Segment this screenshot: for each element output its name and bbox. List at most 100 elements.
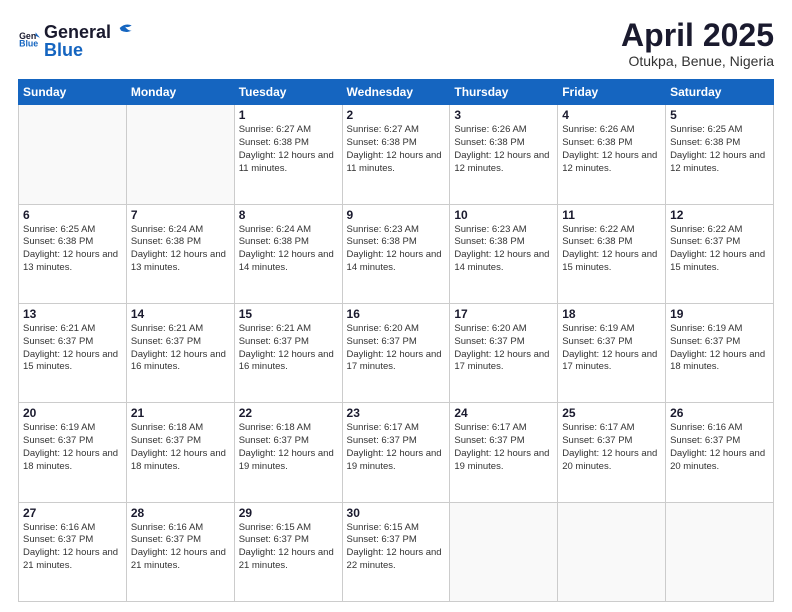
day-info: Sunrise: 6:19 AM Sunset: 6:37 PM Dayligh…	[23, 422, 122, 473]
calendar-cell: 29Sunrise: 6:15 AM Sunset: 6:37 PM Dayli…	[234, 502, 342, 601]
day-info: Sunrise: 6:19 AM Sunset: 6:37 PM Dayligh…	[562, 323, 661, 374]
day-number: 21	[131, 406, 230, 420]
day-info: Sunrise: 6:20 AM Sunset: 6:37 PM Dayligh…	[347, 323, 446, 374]
day-number: 20	[23, 406, 122, 420]
day-number: 16	[347, 307, 446, 321]
day-number: 8	[239, 208, 338, 222]
day-number: 26	[670, 406, 769, 420]
day-number: 12	[670, 208, 769, 222]
day-number: 28	[131, 506, 230, 520]
calendar-cell	[558, 502, 666, 601]
calendar-title: April 2025	[621, 18, 774, 53]
calendar-table: SundayMondayTuesdayWednesdayThursdayFrid…	[18, 79, 774, 602]
day-number: 17	[454, 307, 553, 321]
day-info: Sunrise: 6:24 AM Sunset: 6:38 PM Dayligh…	[131, 224, 230, 275]
svg-text:Blue: Blue	[19, 38, 38, 48]
calendar-week-row: 13 Sunrise: 6:21 AM Sunset: 6:37 PM Dayli…	[19, 303, 774, 402]
day-info: Sunrise: 6:18 AM Sunset: 6:37 PM Dayligh…	[239, 422, 338, 473]
calendar-cell: 12 Sunrise: 6:22 AM Sunset: 6:37 PM Dayli…	[666, 204, 774, 303]
day-number: 30	[347, 506, 446, 520]
calendar-cell: 9Sunrise: 6:23 AM Sunset: 6:38 PM Daylig…	[342, 204, 450, 303]
logo-bird-icon	[113, 18, 133, 38]
day-number: 22	[239, 406, 338, 420]
day-info: Sunrise: 6:21 AM Sunset: 6:37 PM Dayligh…	[131, 323, 230, 374]
calendar-cell: 7 Sunrise: 6:24 AM Sunset: 6:38 PM Daylig…	[126, 204, 234, 303]
day-number: 19	[670, 307, 769, 321]
day-number: 9	[347, 208, 446, 222]
day-info: Sunrise: 6:25 AM Sunset: 6:38 PM Dayligh…	[23, 224, 122, 275]
day-number: 11	[562, 208, 661, 222]
calendar-cell	[450, 502, 558, 601]
header: Gen Blue General Blue April 2025 Otukpa,…	[18, 18, 774, 69]
calendar-cell: 15Sunrise: 6:21 AM Sunset: 6:37 PM Dayli…	[234, 303, 342, 402]
logo-blue-text: Blue	[44, 41, 135, 59]
day-info: Sunrise: 6:17 AM Sunset: 6:37 PM Dayligh…	[347, 422, 446, 473]
calendar-week-row: 6Sunrise: 6:25 AM Sunset: 6:38 PM Daylig…	[19, 204, 774, 303]
calendar-cell: 1 Sunrise: 6:27 AM Sunset: 6:38 PM Daylig…	[234, 105, 342, 204]
calendar-cell: 17 Sunrise: 6:20 AM Sunset: 6:37 PM Dayli…	[450, 303, 558, 402]
calendar-header-row: SundayMondayTuesdayWednesdayThursdayFrid…	[19, 80, 774, 105]
day-number: 4	[562, 108, 661, 122]
day-info: Sunrise: 6:27 AM Sunset: 6:38 PM Dayligh…	[347, 124, 446, 175]
day-info: Sunrise: 6:22 AM Sunset: 6:37 PM Dayligh…	[670, 224, 769, 275]
calendar-cell: 30Sunrise: 6:15 AM Sunset: 6:37 PM Dayli…	[342, 502, 450, 601]
day-number: 18	[562, 307, 661, 321]
day-info: Sunrise: 6:22 AM Sunset: 6:38 PM Dayligh…	[562, 224, 661, 275]
title-block: April 2025 Otukpa, Benue, Nigeria	[621, 18, 774, 69]
calendar-header-saturday: Saturday	[666, 80, 774, 105]
calendar-week-row: 20 Sunrise: 6:19 AM Sunset: 6:37 PM Dayli…	[19, 403, 774, 502]
calendar-cell: 6Sunrise: 6:25 AM Sunset: 6:38 PM Daylig…	[19, 204, 127, 303]
day-info: Sunrise: 6:26 AM Sunset: 6:38 PM Dayligh…	[562, 124, 661, 175]
day-number: 24	[454, 406, 553, 420]
day-info: Sunrise: 6:16 AM Sunset: 6:37 PM Dayligh…	[131, 522, 230, 573]
day-info: Sunrise: 6:26 AM Sunset: 6:38 PM Dayligh…	[454, 124, 553, 175]
logo-general-text: General	[44, 23, 111, 41]
day-info: Sunrise: 6:21 AM Sunset: 6:37 PM Dayligh…	[23, 323, 122, 374]
calendar-cell: 14 Sunrise: 6:21 AM Sunset: 6:37 PM Dayli…	[126, 303, 234, 402]
day-number: 23	[347, 406, 446, 420]
day-number: 14	[131, 307, 230, 321]
calendar-cell: 28 Sunrise: 6:16 AM Sunset: 6:37 PM Dayli…	[126, 502, 234, 601]
day-number: 5	[670, 108, 769, 122]
calendar-cell	[19, 105, 127, 204]
calendar-cell: 23 Sunrise: 6:17 AM Sunset: 6:37 PM Dayli…	[342, 403, 450, 502]
calendar-header-wednesday: Wednesday	[342, 80, 450, 105]
calendar-cell: 22 Sunrise: 6:18 AM Sunset: 6:37 PM Dayli…	[234, 403, 342, 502]
day-info: Sunrise: 6:24 AM Sunset: 6:38 PM Dayligh…	[239, 224, 338, 275]
day-info: Sunrise: 6:20 AM Sunset: 6:37 PM Dayligh…	[454, 323, 553, 374]
calendar-cell: 3 Sunrise: 6:26 AM Sunset: 6:38 PM Daylig…	[450, 105, 558, 204]
day-number: 15	[239, 307, 338, 321]
day-number: 25	[562, 406, 661, 420]
day-info: Sunrise: 6:18 AM Sunset: 6:37 PM Dayligh…	[131, 422, 230, 473]
calendar-header-tuesday: Tuesday	[234, 80, 342, 105]
calendar-week-row: 1 Sunrise: 6:27 AM Sunset: 6:38 PM Daylig…	[19, 105, 774, 204]
calendar-cell: 18 Sunrise: 6:19 AM Sunset: 6:37 PM Dayli…	[558, 303, 666, 402]
calendar-cell: 10Sunrise: 6:23 AM Sunset: 6:38 PM Dayli…	[450, 204, 558, 303]
day-info: Sunrise: 6:25 AM Sunset: 6:38 PM Dayligh…	[670, 124, 769, 175]
day-number: 3	[454, 108, 553, 122]
logo-icon: Gen Blue	[18, 28, 40, 50]
calendar-week-row: 27Sunrise: 6:16 AM Sunset: 6:37 PM Dayli…	[19, 502, 774, 601]
day-info: Sunrise: 6:15 AM Sunset: 6:37 PM Dayligh…	[239, 522, 338, 573]
logo: Gen Blue General Blue	[18, 18, 135, 59]
day-info: Sunrise: 6:16 AM Sunset: 6:37 PM Dayligh…	[670, 422, 769, 473]
calendar-cell	[126, 105, 234, 204]
day-number: 1	[239, 108, 338, 122]
calendar-cell: 4 Sunrise: 6:26 AM Sunset: 6:38 PM Daylig…	[558, 105, 666, 204]
day-number: 7	[131, 208, 230, 222]
calendar-cell: 5 Sunrise: 6:25 AM Sunset: 6:38 PM Daylig…	[666, 105, 774, 204]
calendar-header-thursday: Thursday	[450, 80, 558, 105]
calendar-cell: 16 Sunrise: 6:20 AM Sunset: 6:37 PM Dayli…	[342, 303, 450, 402]
calendar-cell: 21 Sunrise: 6:18 AM Sunset: 6:37 PM Dayli…	[126, 403, 234, 502]
day-number: 10	[454, 208, 553, 222]
calendar-cell: 8 Sunrise: 6:24 AM Sunset: 6:38 PM Daylig…	[234, 204, 342, 303]
calendar-cell: 24 Sunrise: 6:17 AM Sunset: 6:37 PM Dayli…	[450, 403, 558, 502]
day-number: 13	[23, 307, 122, 321]
calendar-cell: 13 Sunrise: 6:21 AM Sunset: 6:37 PM Dayli…	[19, 303, 127, 402]
calendar-header-monday: Monday	[126, 80, 234, 105]
calendar-subtitle: Otukpa, Benue, Nigeria	[621, 53, 774, 69]
day-info: Sunrise: 6:27 AM Sunset: 6:38 PM Dayligh…	[239, 124, 338, 175]
page: Gen Blue General Blue April 2025 Otukpa,…	[0, 0, 792, 612]
calendar-cell: 20 Sunrise: 6:19 AM Sunset: 6:37 PM Dayli…	[19, 403, 127, 502]
day-info: Sunrise: 6:17 AM Sunset: 6:37 PM Dayligh…	[454, 422, 553, 473]
